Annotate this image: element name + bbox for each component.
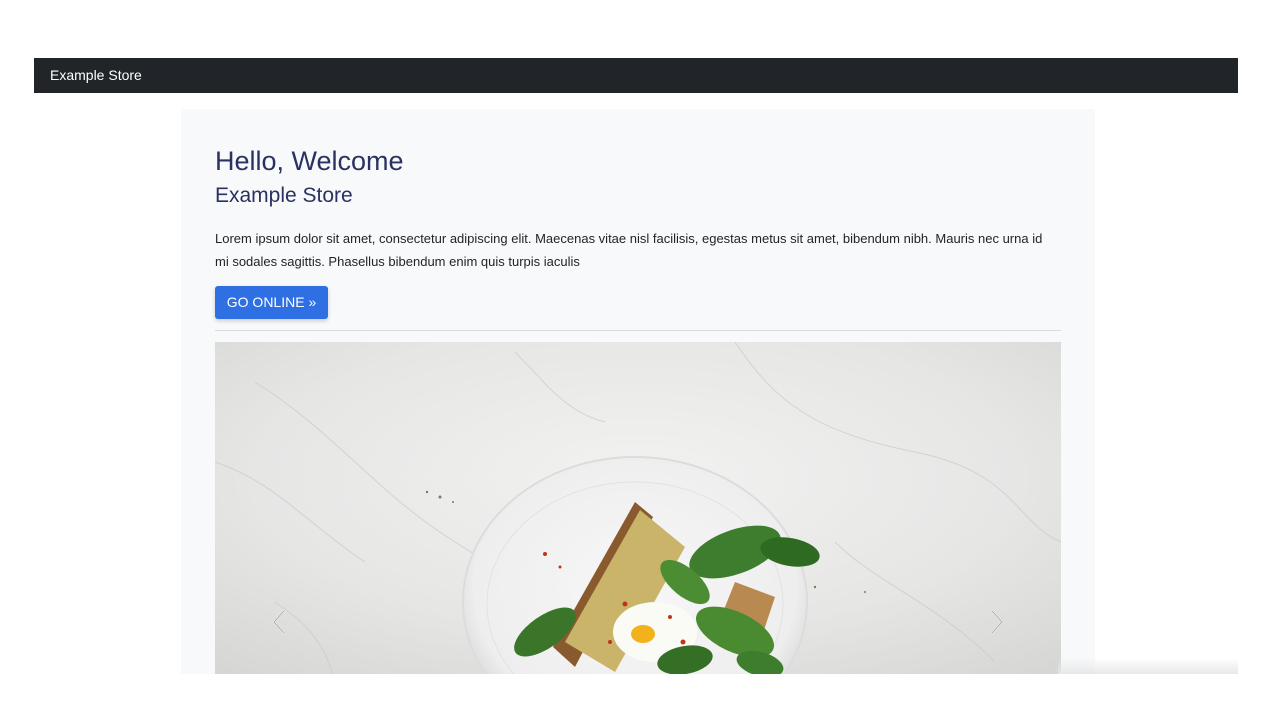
carousel-next-button[interactable] [977, 597, 1017, 647]
go-online-button[interactable]: GO ONLINE » [215, 286, 328, 319]
chevron-right-icon [991, 610, 1004, 634]
hero-subtitle: Example Store [215, 184, 353, 207]
carousel-slide-image [215, 342, 1061, 674]
hero-lead-text: Lorem ipsum dolor sit amet, consectetur … [215, 231, 1043, 269]
top-navbar: Example Store [34, 58, 1238, 93]
browser-viewport: Example Store Hello, Welcome Example Sto… [34, 58, 1238, 674]
image-carousel[interactable] [215, 342, 1061, 674]
carousel-prev-button[interactable] [259, 597, 299, 647]
navbar-brand-link[interactable]: Example Store [50, 66, 142, 84]
chevron-left-icon [272, 610, 285, 634]
hero-divider [215, 330, 1061, 331]
hero-title: Hello, Welcome [215, 146, 404, 176]
scroll-edge-shadow [1058, 658, 1238, 674]
hero-jumbotron: Hello, Welcome Example Store Lorem ipsum… [181, 109, 1095, 674]
